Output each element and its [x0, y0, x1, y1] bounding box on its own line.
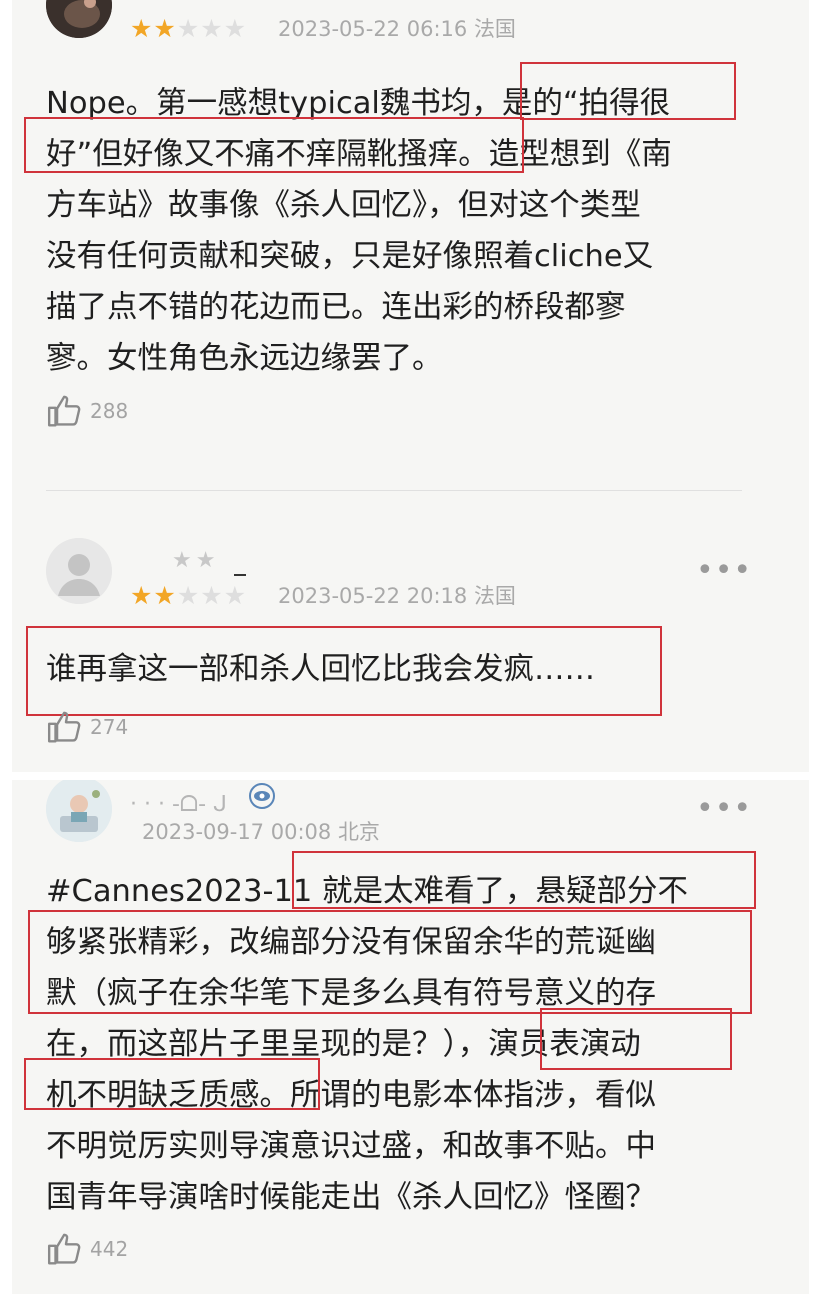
review-card-2: ★★ ★★★★★ 2023-05-22 20:18 法国 ••• 谁再拿这一部和… [12, 498, 809, 772]
review-text-line: 谁再拿这一部和杀人回忆比我会发疯…… [46, 652, 595, 687]
stars-empty: ★★★ [176, 581, 248, 610]
more-options-button[interactable]: ••• [696, 794, 752, 824]
review-text-line: 好”但好像又不痛不痒隔靴搔痒。造型想到《南 [46, 137, 672, 172]
thumbs-up-icon [47, 395, 81, 427]
review-text: #Cannes2023-11 就是太难看了，悬疑部分不 够紧张精彩，改编部分没有… [46, 866, 688, 1223]
review-meta: 2023-05-22 06:16 法国 [278, 19, 516, 40]
review-location: 北京 [337, 820, 380, 844]
review-card-1: ★★★★★ 2023-05-22 06:16 法国 Nope。第一感想typic… [12, 0, 809, 498]
review-date: 2023-05-22 20:18 [278, 584, 468, 608]
default-avatar-icon [46, 538, 112, 604]
avatar-illustration-icon [46, 780, 112, 842]
username-underline [234, 574, 246, 576]
review-text-line: 在，而这部片子里呈现的是？），演员表演动 [46, 1027, 641, 1062]
user-avatar[interactable] [46, 780, 112, 842]
review-text-line: Nope。第一感想typical魏书均，是的“拍得很 [46, 86, 671, 121]
review-text-line: 描了点不错的花边而已。连出彩的桥段都寥 [46, 290, 626, 325]
thumbs-up-icon [47, 1233, 81, 1265]
review-text-line: 够紧张精彩，改编部分没有保留余华的荒诞幽 [46, 925, 656, 960]
review-text-line: 寥。女性角色永远边缘罢了。 [46, 341, 443, 376]
like-button[interactable]: 442 [46, 1230, 128, 1268]
review-date: 2023-05-22 06:16 [278, 17, 468, 41]
more-options-button[interactable]: ••• [696, 556, 752, 586]
review-meta: 2023-05-22 20:18 法国 [278, 586, 516, 607]
review-text-line: 机不明缺乏质感。所谓的电影本体指涉，看似 [46, 1078, 656, 1113]
like-button[interactable]: 288 [46, 392, 128, 430]
review-text: Nope。第一感想typical魏书均，是的“拍得很 好”但好像又不痛不痒隔靴搔… [46, 78, 672, 384]
star-rating: ★★★★★ [130, 583, 247, 608]
username-blurred[interactable]: · · · -ᗝ- ᒍ [130, 794, 227, 816]
divider [46, 490, 742, 491]
review-text-line: 没有任何贡献和突破，只是好像照着cliche又 [46, 239, 654, 274]
review-date: 2023-09-17 00:08 [142, 820, 332, 844]
username-blurred[interactable]: ★★ [172, 550, 219, 572]
review-text: 谁再拿这一部和杀人回忆比我会发疯…… [46, 644, 595, 695]
review-meta: 2023-09-17 00:08 北京 [142, 822, 380, 843]
thumbs-up-icon [47, 711, 81, 743]
stars-empty: ★★★ [176, 14, 248, 43]
avatar-photo-icon [46, 0, 112, 38]
stars-filled: ★★ [130, 581, 177, 610]
review-card-3: · · · -ᗝ- ᒍ 2023-09-17 00:08 北京 ••• #Can… [12, 780, 809, 1294]
review-text-line: 国青年导演啥时候能走出《杀人回忆》怪圈？ [46, 1180, 656, 1215]
review-text-line: 方车站》故事像《杀人回忆》，但对这个类型 [46, 188, 641, 223]
user-avatar[interactable] [46, 0, 112, 38]
like-button[interactable]: 274 [46, 708, 128, 746]
star-rating: ★★★★★ [130, 16, 247, 41]
like-count: 442 [90, 1237, 129, 1261]
review-location: 法国 [473, 584, 516, 608]
eye-badge-icon [248, 782, 276, 814]
review-text-line: 默（疯子在余华笔下是多么具有符号意义的存 [46, 976, 656, 1011]
like-count: 288 [90, 399, 129, 423]
stars-filled: ★★ [130, 14, 177, 43]
user-avatar[interactable] [46, 538, 112, 604]
review-text-line: #Cannes2023-11 就是太难看了，悬疑部分不 [46, 874, 688, 909]
review-text-line: 不明觉厉实则导演意识过盛，和故事不贴。中 [46, 1129, 656, 1164]
like-count: 274 [90, 715, 129, 739]
screenshot-page: ★★★★★ 2023-05-22 06:16 法国 Nope。第一感想typic… [0, 0, 820, 1302]
review-location: 法国 [473, 17, 516, 41]
